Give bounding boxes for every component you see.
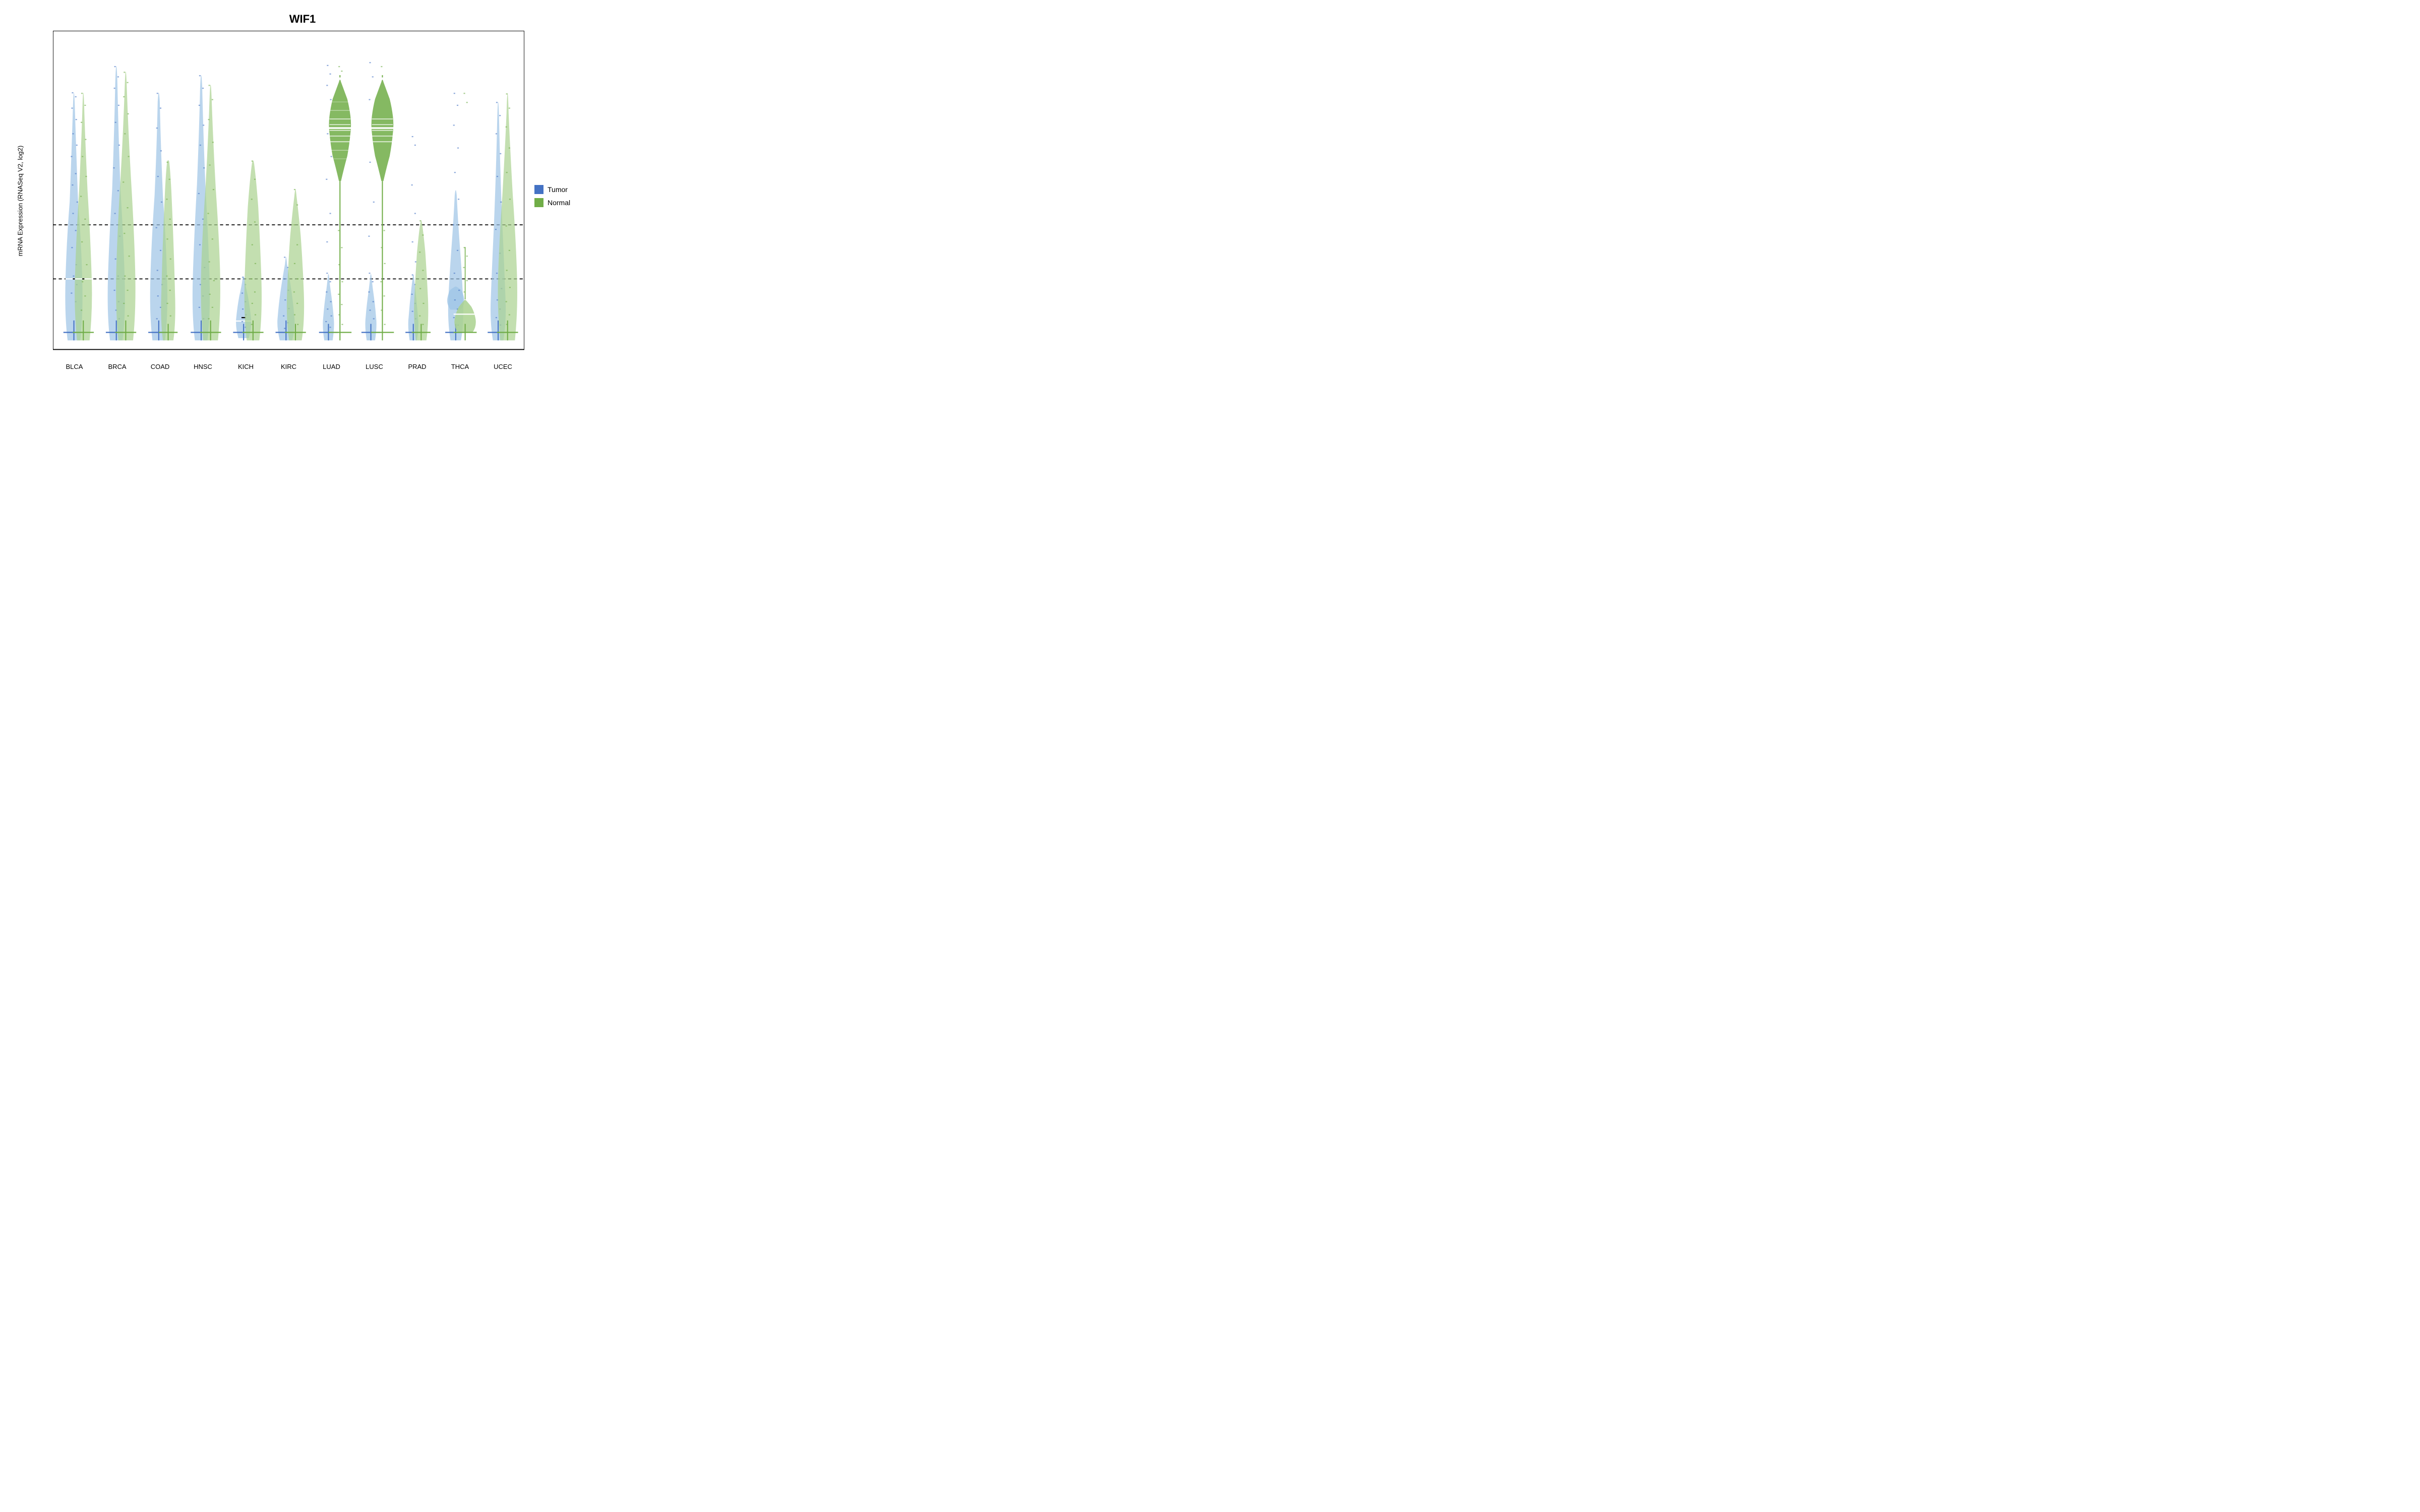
x-tick-label: UCEC — [481, 361, 524, 370]
chart-container: WIF1 mRNA Expression (RNASeq V2, log2) — [10, 8, 595, 370]
chart-title: WIF1 — [289, 13, 316, 26]
legend-box-tumor — [534, 185, 543, 194]
violin-plot-svg: 0 5 10 15 — [53, 31, 524, 361]
x-tick-label: KIRC — [267, 361, 310, 370]
x-axis-labels: BLCABRCACOADHNSCKICHKIRCLUADLUSCPRADTHCA… — [30, 361, 595, 370]
y-axis-label: mRNA Expression (RNASeq V2, log2) — [17, 145, 24, 256]
legend-item-normal: Normal — [534, 198, 570, 207]
x-tick-label: KICH — [224, 361, 267, 370]
legend-label-tumor: Tumor — [548, 185, 568, 194]
y-axis-label-container: mRNA Expression (RNASeq V2, log2) — [10, 31, 30, 370]
x-tick-label: HNSC — [182, 361, 224, 370]
y-axis — [30, 31, 53, 361]
x-tick-label: BLCA — [53, 361, 96, 370]
legend-item-tumor: Tumor — [534, 185, 568, 194]
plot-svg-container: 0 5 10 15 — [53, 31, 524, 361]
plot-and-legend: 0 5 10 15 Tumor — [53, 31, 595, 361]
x-tick-label: COAD — [139, 361, 182, 370]
x-tick-label: LUAD — [310, 361, 353, 370]
chart-body: mRNA Expression (RNASeq V2, log2) — [10, 31, 595, 370]
x-tick-label: LUSC — [353, 361, 396, 370]
x-tick-label: THCA — [439, 361, 481, 370]
plot-with-yaxis: 0 5 10 15 Tumor — [30, 31, 595, 361]
legend-container: Tumor Normal — [524, 31, 595, 361]
plot-area-container: 0 5 10 15 Tumor — [30, 31, 595, 370]
legend-box-normal — [534, 198, 543, 207]
x-tick-label: PRAD — [396, 361, 439, 370]
legend-label-normal: Normal — [548, 199, 570, 207]
x-tick-label: BRCA — [96, 361, 139, 370]
